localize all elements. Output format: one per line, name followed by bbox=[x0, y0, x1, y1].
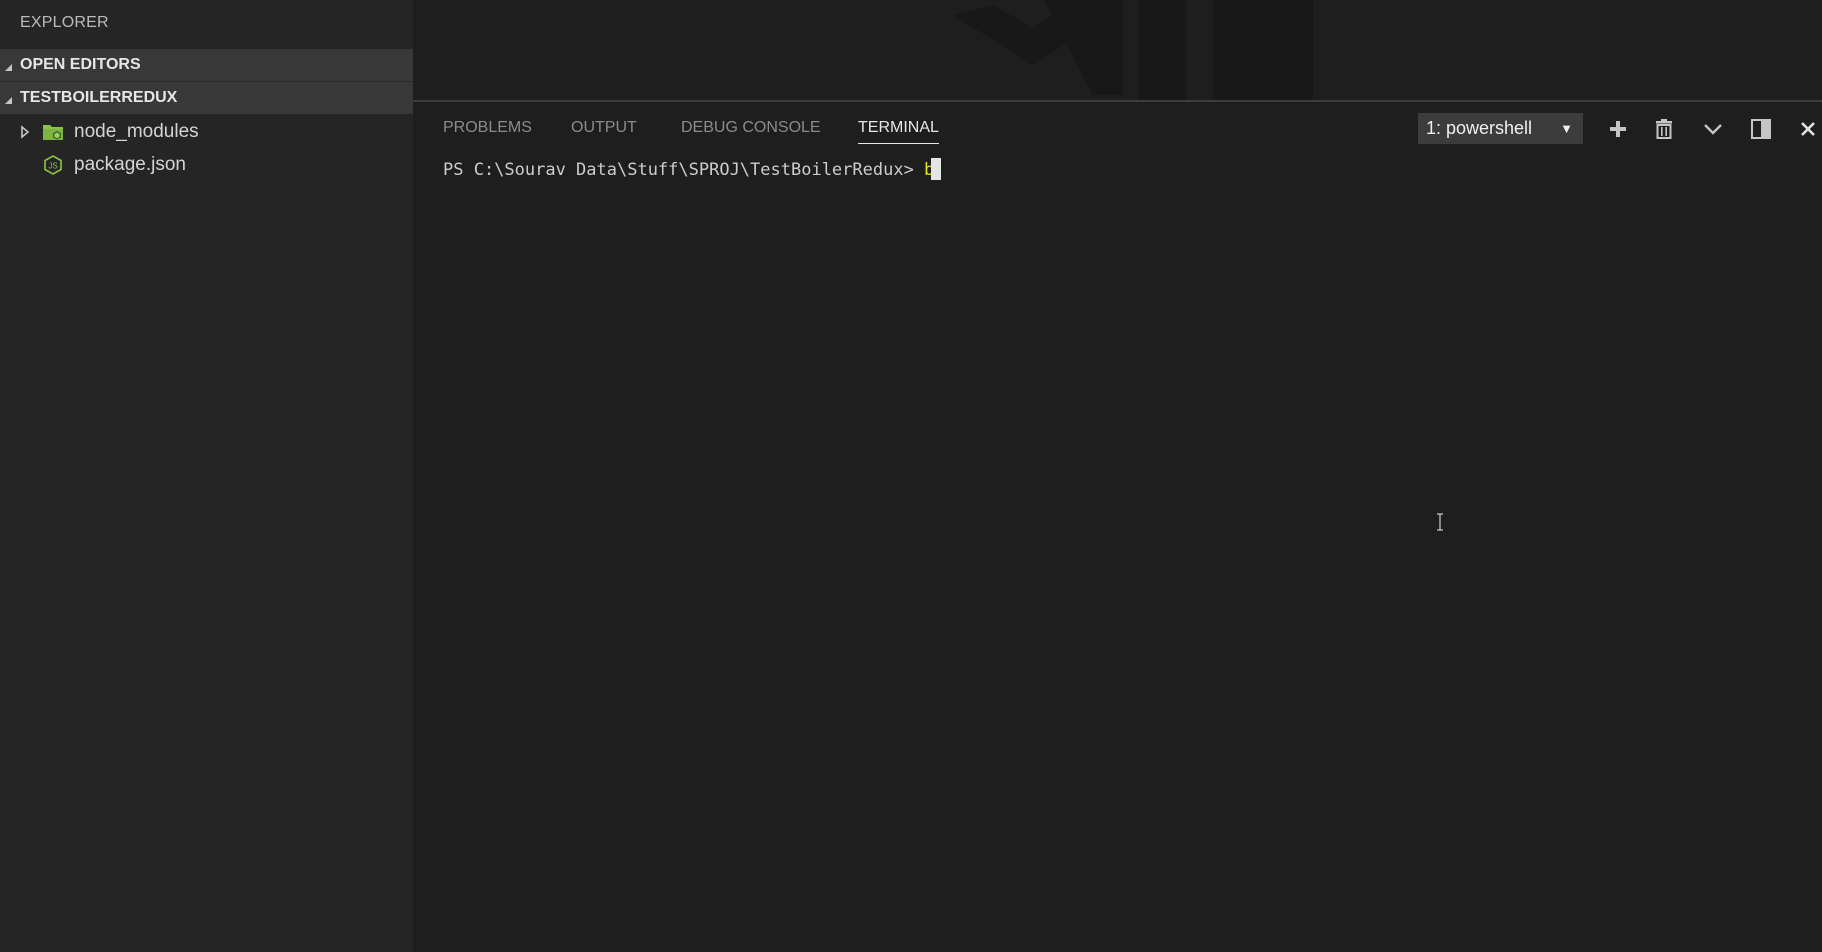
terminal-select[interactable]: 1: powershell ▼ bbox=[1418, 113, 1583, 144]
section-project-folder[interactable]: TESTBOILERREDUX bbox=[0, 82, 413, 114]
nodejs-file-icon: JS bbox=[44, 155, 62, 175]
new-terminal-button[interactable] bbox=[1605, 116, 1631, 142]
svg-text:JS: JS bbox=[48, 162, 57, 171]
toggle-panel-position-button[interactable] bbox=[1748, 116, 1774, 142]
section-open-editors[interactable]: OPEN EDITORS bbox=[0, 49, 413, 81]
chevron-down-icon bbox=[1704, 124, 1722, 135]
tree-item-label: node_modules bbox=[74, 121, 199, 142]
terminal-prompt: PS C:\Sourav Data\Stuff\SPROJ\TestBoiler… bbox=[443, 160, 925, 180]
explorer-sidebar: EXPLORER OPEN EDITORS TESTBOILERREDUX no… bbox=[0, 0, 413, 952]
close-icon bbox=[1801, 122, 1815, 136]
terminal-prompt-line: PS C:\Sourav Data\Stuff\SPROJ\TestBoiler… bbox=[443, 158, 942, 180]
tree-item-node-modules[interactable]: node_modules bbox=[0, 116, 413, 148]
tab-terminal[interactable]: TERMINAL bbox=[858, 119, 939, 144]
node-folder-icon bbox=[43, 125, 63, 140]
close-panel-button[interactable] bbox=[1795, 116, 1821, 142]
panel: PROBLEMS OUTPUT DEBUG CONSOLE TERMINAL 1… bbox=[413, 102, 1822, 952]
text-cursor-icon bbox=[1437, 513, 1443, 531]
tree-item-package-json[interactable]: JS package.json bbox=[0, 149, 413, 181]
terminal-select-value: 1: powershell bbox=[1426, 118, 1533, 138]
editor-area bbox=[413, 0, 1822, 100]
plus-icon bbox=[1610, 121, 1626, 137]
explorer-title: EXPLORER bbox=[20, 14, 109, 31]
tab-output[interactable]: OUTPUT bbox=[571, 119, 637, 143]
kill-terminal-button[interactable] bbox=[1651, 116, 1677, 142]
tree-item-label: package.json bbox=[74, 154, 186, 175]
terminal-output[interactable]: PS C:\Sourav Data\Stuff\SPROJ\TestBoiler… bbox=[443, 158, 1803, 938]
tab-debug-console[interactable]: DEBUG CONSOLE bbox=[681, 119, 821, 143]
maximize-panel-button[interactable] bbox=[1700, 116, 1726, 142]
chevron-right-icon bbox=[21, 125, 30, 139]
section-open-editors-label: OPEN EDITORS bbox=[20, 56, 141, 73]
dropdown-caret-icon: ▼ bbox=[1560, 121, 1573, 136]
expanded-triangle-icon bbox=[5, 97, 12, 104]
section-project-folder-label: TESTBOILERREDUX bbox=[20, 89, 178, 106]
split-panel-icon bbox=[1751, 119, 1771, 139]
expanded-triangle-icon bbox=[5, 64, 12, 71]
tab-problems[interactable]: PROBLEMS bbox=[443, 119, 532, 143]
vscode-watermark-icon bbox=[953, 0, 1313, 100]
vscode-window: EXPLORER OPEN EDITORS TESTBOILERREDUX no… bbox=[0, 0, 1822, 952]
trash-icon bbox=[1656, 119, 1672, 139]
terminal-cursor bbox=[931, 158, 942, 180]
